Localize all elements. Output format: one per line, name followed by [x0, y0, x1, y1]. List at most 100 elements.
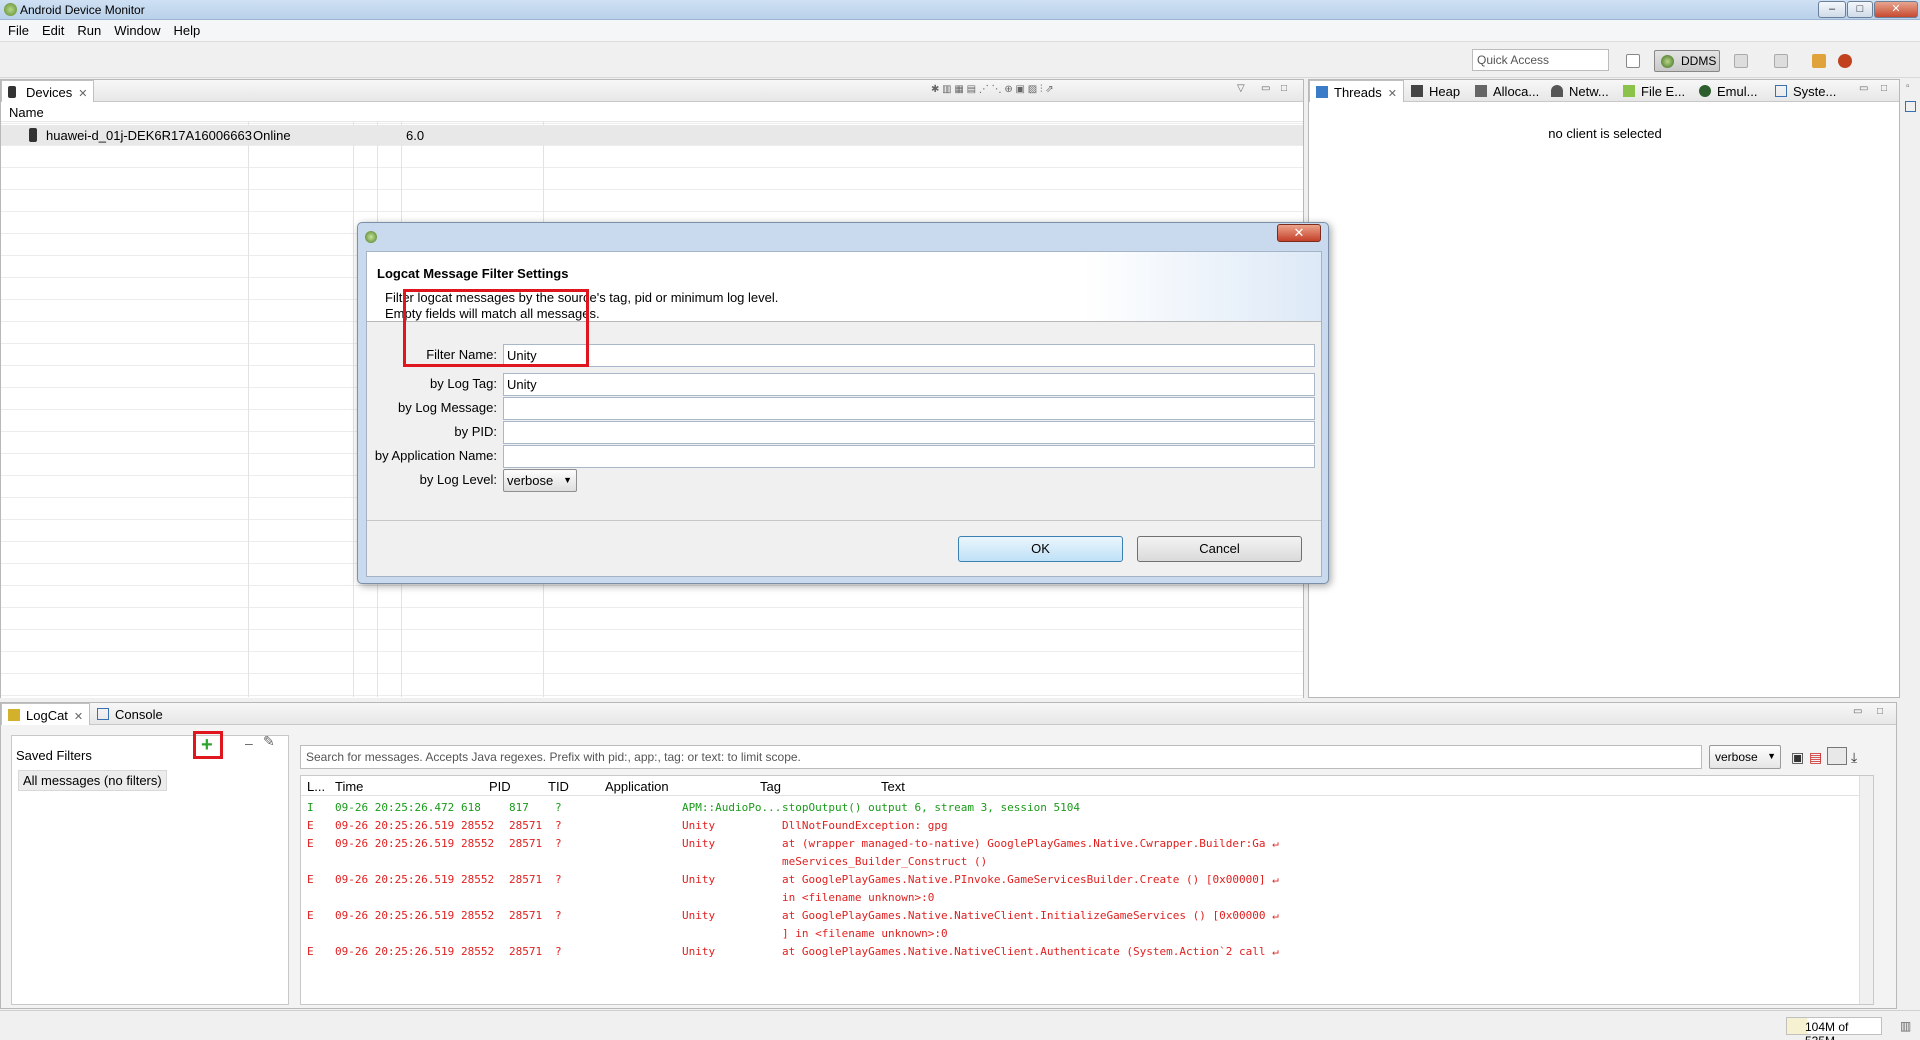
- col-tag[interactable]: Tag: [760, 779, 781, 794]
- tab-console[interactable]: Console: [91, 703, 169, 725]
- log-cell-tag: Unity: [682, 819, 716, 832]
- remove-filter-icon[interactable]: –: [245, 735, 253, 751]
- minimize-view-icon[interactable]: ▭: [1853, 706, 1862, 717]
- tab-allocations[interactable]: Alloca...: [1469, 80, 1545, 102]
- edit-filter-icon[interactable]: ✎: [263, 733, 275, 750]
- filter-all-messages[interactable]: All messages (no filters): [18, 770, 167, 791]
- minimize-view-icon[interactable]: ▭: [1261, 83, 1270, 94]
- close-icon[interactable]: ✕: [78, 88, 87, 100]
- menu-edit[interactable]: Edit: [34, 20, 69, 38]
- gc-icon[interactable]: ▥: [1900, 1019, 1911, 1033]
- tab-threads[interactable]: Threads ✕: [1309, 80, 1404, 102]
- menu-help[interactable]: Help: [165, 20, 205, 38]
- log-cell-pid: 28552: [461, 819, 495, 832]
- scroll-lock-icon[interactable]: ⤓: [1851, 749, 1857, 766]
- maximize-view-icon[interactable]: □: [1881, 83, 1887, 94]
- external-tools-icon[interactable]: [1838, 54, 1852, 68]
- log-message-field[interactable]: [503, 397, 1315, 420]
- restore-icon[interactable]: ▫: [1906, 81, 1910, 92]
- system-icon[interactable]: [1905, 101, 1916, 112]
- debug-icon[interactable]: [1734, 54, 1748, 68]
- log-tag-field[interactable]: Unity: [503, 373, 1315, 396]
- dialog-close-button[interactable]: ✕: [1277, 224, 1321, 242]
- no-client-message: no client is selected: [1548, 126, 1662, 141]
- cancel-button[interactable]: Cancel: [1137, 536, 1302, 562]
- status-bar: 104M of 535M ▥: [0, 1010, 1920, 1040]
- tab-network[interactable]: Netw...: [1545, 80, 1615, 102]
- system-icon: [1775, 85, 1787, 97]
- tab-heap[interactable]: Heap: [1405, 80, 1466, 102]
- maximize-view-icon[interactable]: □: [1877, 706, 1883, 717]
- log-cell-time: 09-26 20:25:26.519: [335, 837, 455, 850]
- ok-button[interactable]: OK: [958, 536, 1123, 562]
- col-level[interactable]: L...: [307, 779, 325, 794]
- minimize-view-icon[interactable]: ▭: [1859, 83, 1868, 94]
- side-strip: ▫: [1902, 79, 1920, 119]
- log-cell-text: in <filename unknown>:0: [782, 891, 935, 904]
- profile-icon[interactable]: [1774, 54, 1788, 68]
- col-pid[interactable]: PID: [489, 779, 511, 794]
- saved-filters-panel: Saved Filters All messages (no filters): [11, 735, 289, 1005]
- log-cell-text: stopOutput() output 6, stream 3, session…: [782, 801, 1081, 814]
- menu-window[interactable]: Window: [106, 20, 165, 38]
- view-menu-icon[interactable]: ▽: [1237, 83, 1245, 94]
- device-toolbar-icons[interactable]: ✱ ▥ ▦ ▤ ⋰ ⋱ ⊕ ▣ ▨ ⫶ ⇗: [931, 84, 1054, 95]
- log-level-select[interactable]: verbose ▼: [1709, 745, 1781, 769]
- heap-icon: [1411, 85, 1423, 97]
- android-icon: [365, 231, 377, 243]
- logcat-scrollbar[interactable]: [1859, 776, 1873, 1004]
- tab-logcat-label: LogCat: [26, 708, 68, 723]
- log-cell-pid: 28552: [461, 837, 495, 850]
- toggle-filters-icon[interactable]: [1827, 747, 1847, 765]
- run-icon[interactable]: [1812, 54, 1826, 68]
- log-row[interactable]: E 09-26 20:25:26.519 28552 28571? Unity at G…: [301, 940, 1873, 962]
- log-cell-app: ?: [555, 909, 562, 922]
- log-cell-level: E: [307, 909, 314, 922]
- col-tid[interactable]: TID: [548, 779, 569, 794]
- ddms-perspective-button[interactable]: DDMS: [1654, 50, 1720, 72]
- filter-settings-dialog: ✕ Logcat Message Filter Settings Filter …: [357, 222, 1329, 584]
- logcat-tabbar: LogCat ✕ Console ▭ □: [1, 703, 1896, 725]
- pid-field[interactable]: [503, 421, 1315, 444]
- maximize-button[interactable]: □: [1847, 1, 1873, 18]
- open-perspective-icon[interactable]: [1626, 54, 1640, 68]
- android-icon: [1623, 85, 1635, 97]
- close-window-button[interactable]: ✕: [1874, 1, 1918, 18]
- devices-header-name[interactable]: Name: [1, 102, 1303, 122]
- col-text[interactable]: Text: [881, 779, 905, 794]
- col-application[interactable]: Application: [605, 779, 669, 794]
- tab-devices[interactable]: Devices ✕: [1, 80, 95, 102]
- close-icon[interactable]: ✕: [1388, 88, 1397, 100]
- network-icon: [1551, 85, 1563, 97]
- maximize-view-icon[interactable]: □: [1281, 83, 1287, 94]
- add-filter-icon[interactable]: +: [201, 734, 213, 756]
- tab-threads-label: Threads: [1334, 85, 1382, 100]
- quick-access-input[interactable]: Quick Access: [1472, 49, 1609, 71]
- save-icon[interactable]: ▣: [1791, 749, 1804, 766]
- tab-file-explorer[interactable]: File E...: [1617, 80, 1691, 102]
- minimize-button[interactable]: –: [1818, 1, 1846, 18]
- logcat-search-input[interactable]: Search for messages. Accepts Java regexe…: [300, 745, 1702, 769]
- close-icon[interactable]: ✕: [74, 711, 83, 723]
- col-time[interactable]: Time: [335, 779, 363, 794]
- clear-log-icon[interactable]: ▤: [1809, 749, 1822, 766]
- tab-console-label: Console: [115, 707, 163, 722]
- device-row[interactable]: huawei-d_01j-DEK6R17A16006663 Online 6.0: [1, 125, 1303, 145]
- memory-indicator[interactable]: 104M of 535M: [1786, 1017, 1882, 1040]
- dialog-log-level-select[interactable]: verbose ▼: [503, 469, 577, 492]
- device-state: Online: [253, 128, 291, 143]
- tab-logcat[interactable]: LogCat ✕: [1, 703, 91, 725]
- app-name-field[interactable]: [503, 445, 1315, 468]
- log-cell-text: ] in <filename unknown>:0: [782, 927, 948, 940]
- app-icon: [4, 3, 17, 16]
- log-cell-time: 09-26 20:25:26.519: [335, 873, 455, 886]
- log-cell-level: E: [307, 837, 314, 850]
- filter-name-field[interactable]: Unity: [503, 344, 1315, 367]
- menu-run[interactable]: Run: [69, 20, 106, 38]
- add-filter-highlight[interactable]: +: [193, 731, 223, 759]
- log-tag-label: by Log Tag:: [430, 376, 497, 391]
- tab-system[interactable]: Syste...: [1769, 80, 1842, 102]
- menu-file[interactable]: File: [0, 20, 34, 38]
- tab-emulator[interactable]: Emul...: [1693, 80, 1763, 102]
- log-cell-tid: 817: [509, 801, 529, 814]
